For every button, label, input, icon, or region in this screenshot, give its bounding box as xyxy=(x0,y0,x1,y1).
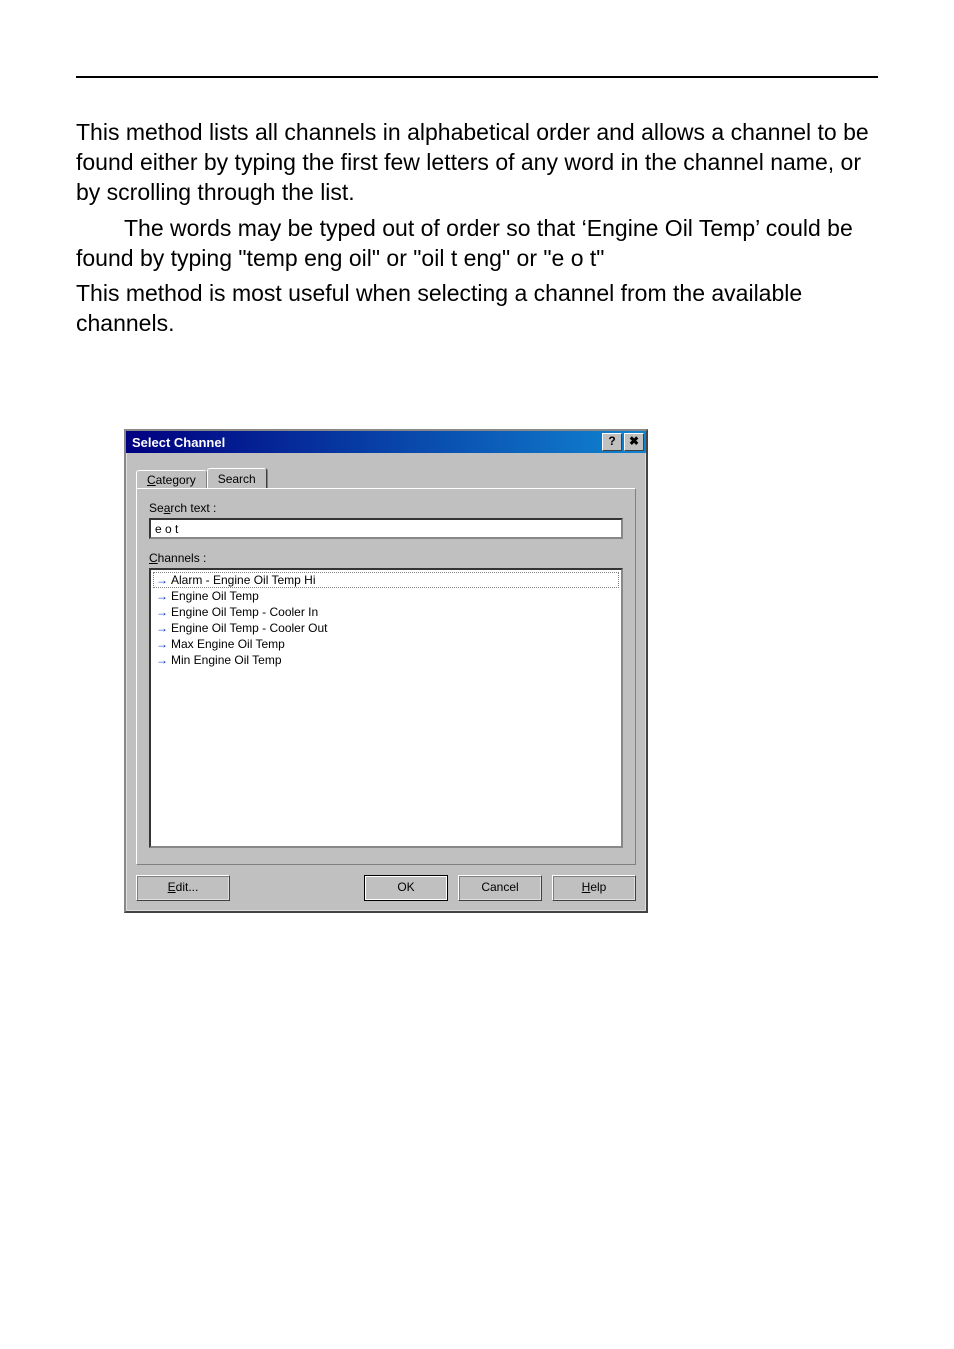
arrow-icon: → xyxy=(155,654,169,666)
top-rule xyxy=(76,76,878,78)
close-icon[interactable]: ✖ xyxy=(624,433,644,451)
paragraph-1: This method lists all channels in alphab… xyxy=(76,118,878,208)
search-input[interactable] xyxy=(149,518,623,539)
arrow-icon: → xyxy=(155,574,169,586)
tab-search[interactable]: Search xyxy=(207,468,267,490)
list-item[interactable]: → Max Engine Oil Temp xyxy=(153,636,619,652)
list-item[interactable]: → Min Engine Oil Temp xyxy=(153,652,619,668)
titlebar[interactable]: Select Channel ? ✖ xyxy=(126,431,646,453)
help-icon[interactable]: ? xyxy=(602,433,622,451)
dialog-button-row: Edit... OK Cancel Help xyxy=(136,865,636,901)
channels-listbox[interactable]: → Alarm - Engine Oil Temp Hi → Engine Oi… xyxy=(149,568,623,848)
list-item[interactable]: → Alarm - Engine Oil Temp Hi xyxy=(153,572,619,588)
select-channel-dialog: Select Channel ? ✖ Category Search Searc… xyxy=(124,429,648,913)
search-tab-panel: Search text : Channels : → Alarm - Engin… xyxy=(136,488,636,865)
dialog-title: Select Channel xyxy=(132,435,600,450)
list-item-label: Engine Oil Temp - Cooler In xyxy=(171,605,318,619)
dialog-body: Category Search Search text : Channels :… xyxy=(126,453,646,911)
arrow-icon: → xyxy=(155,606,169,618)
list-item-label: Alarm - Engine Oil Temp Hi xyxy=(171,573,316,587)
list-item[interactable]: → Engine Oil Temp - Cooler Out xyxy=(153,620,619,636)
paragraph-2: The words may be typed out of order so t… xyxy=(76,214,878,274)
cancel-button[interactable]: Cancel xyxy=(458,875,542,901)
tabstrip: Category Search xyxy=(136,465,636,489)
arrow-icon: → xyxy=(155,638,169,650)
help-button[interactable]: Help xyxy=(552,875,636,901)
list-item-label: Max Engine Oil Temp xyxy=(171,637,285,651)
ok-button[interactable]: OK xyxy=(364,875,448,901)
edit-button[interactable]: Edit... xyxy=(136,875,230,901)
paragraph-3: This method is most useful when selectin… xyxy=(76,279,878,339)
list-item-label: Engine Oil Temp - Cooler Out xyxy=(171,621,328,635)
tab-category[interactable]: Category xyxy=(136,470,207,489)
arrow-icon: → xyxy=(155,622,169,634)
arrow-icon: → xyxy=(155,590,169,602)
list-item-label: Engine Oil Temp xyxy=(171,589,259,603)
list-item-label: Min Engine Oil Temp xyxy=(171,653,282,667)
search-text-label: Search text : xyxy=(149,501,623,515)
channels-label: Channels : xyxy=(149,551,623,565)
list-item[interactable]: → Engine Oil Temp - Cooler In xyxy=(153,604,619,620)
list-item[interactable]: → Engine Oil Temp xyxy=(153,588,619,604)
